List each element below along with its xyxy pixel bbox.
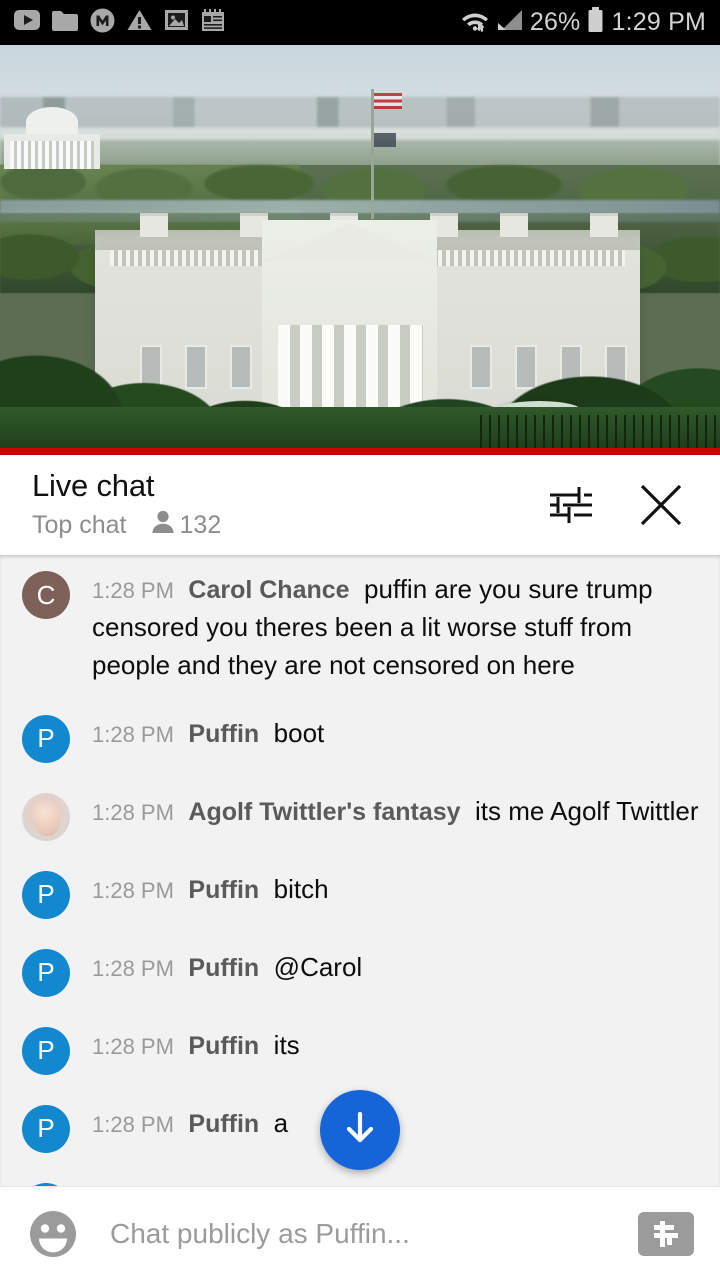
message-body: 1:28 PM Carol Chance puffin are you sure…	[70, 569, 702, 685]
chat-mode-selector[interactable]: Top chat	[32, 511, 127, 540]
live-chat-subtitle-row: Top chat 132	[32, 509, 548, 541]
message-body: 1:28 PM Puffin @Carol	[70, 947, 702, 987]
chat-input-field[interactable]: Chat publicly as Puffin...	[80, 1218, 638, 1250]
table-row[interactable]: 1:28 PM Agolf Twittler's fantasy its me …	[0, 777, 720, 855]
jefferson-memorial	[4, 107, 100, 169]
youtube-icon	[14, 10, 40, 35]
avatar[interactable]: P	[22, 714, 70, 763]
table-row[interactable]: P 1:28 PM Puffin boot	[0, 699, 720, 777]
scroll-to-bottom-button[interactable]	[320, 1090, 400, 1170]
emoji-smiley-icon[interactable]	[26, 1207, 80, 1261]
chat-input-bar[interactable]: Chat publicly as Puffin...	[0, 1186, 720, 1280]
video-city-skyline	[0, 97, 720, 127]
message-author[interactable]: Agolf Twittler's fantasy	[188, 798, 460, 826]
avatar-letter: P	[37, 879, 55, 910]
avatar-letter: C	[36, 579, 56, 610]
message-text: bitch	[273, 873, 329, 904]
battery-icon	[587, 7, 604, 38]
message-body: 1:28 PM Puffin boot	[70, 713, 702, 753]
avatar-letter: P	[37, 723, 55, 754]
message-time: 1:28 PM	[92, 955, 174, 981]
live-chat-actions	[548, 482, 688, 528]
sliders-settings-icon[interactable]	[548, 484, 594, 526]
status-bar-right: 26% 1:29 PM	[460, 7, 706, 38]
message-author[interactable]: Puffin	[188, 954, 259, 982]
message-time: 1:28 PM	[92, 799, 174, 825]
message-author[interactable]: Puffin	[188, 1032, 259, 1060]
message-time: 1:28 PM	[92, 877, 174, 903]
avatar[interactable]: P	[22, 1104, 70, 1153]
warning-triangle-icon	[127, 9, 152, 36]
video-player[interactable]	[0, 45, 720, 455]
white-house-pediment	[262, 223, 437, 261]
viewer-count: 132	[179, 510, 222, 539]
message-time: 1:28 PM	[92, 1033, 174, 1059]
video-fence	[480, 415, 720, 449]
message-author[interactable]: Puffin	[188, 1110, 259, 1138]
image-icon	[164, 9, 189, 36]
message-text: a	[273, 1107, 289, 1138]
folder-icon	[52, 10, 78, 36]
table-row[interactable]: P 1:28 PM Puffin @Carol	[0, 933, 720, 1011]
avatar[interactable]: P	[22, 948, 70, 997]
message-author[interactable]: Puffin	[188, 876, 259, 904]
avatar-letter: P	[37, 1035, 55, 1066]
notes-icon	[201, 8, 225, 37]
dollar-sign-icon[interactable]	[638, 1211, 694, 1256]
avatar[interactable]: C	[22, 571, 70, 619]
message-author[interactable]: Puffin	[188, 720, 259, 748]
message-author[interactable]: Carol Chance	[188, 576, 349, 604]
avatar[interactable]	[22, 792, 70, 841]
avatar[interactable]: P	[22, 870, 70, 919]
battery-percent: 26%	[529, 8, 581, 36]
message-text: its me Agolf Twittler	[475, 795, 699, 826]
live-chat-title: Live chat	[32, 467, 155, 503]
table-row[interactable]: P 1:28 PM Puffin bitch	[0, 855, 720, 933]
viewer-count-group: 132	[151, 509, 222, 541]
cell-signal-icon	[497, 8, 523, 37]
status-bar: 26% 1:29 PM	[0, 0, 720, 45]
message-time: 1:28 PM	[92, 721, 174, 747]
person-icon	[151, 509, 175, 541]
message-body: 1:28 PM Agolf Twittler's fantasy its me …	[70, 791, 702, 831]
status-bar-clock: 1:29 PM	[611, 8, 706, 36]
live-chat-titles: Live chat Top chat 132	[32, 467, 548, 541]
status-bar-left-icons	[14, 8, 225, 38]
secondary-flag	[374, 133, 396, 147]
message-body: 1:28 PM Puffin bitch	[70, 869, 702, 909]
arrow-down-icon	[339, 1107, 381, 1154]
table-row[interactable]: P 1:28 PM Puffin its	[0, 1011, 720, 1089]
message-time: 1:28 PM	[92, 1111, 174, 1137]
live-chat-header: Live chat Top chat 132	[0, 455, 720, 555]
table-row[interactable]: C 1:28 PM Carol Chance puffin are you su…	[0, 555, 720, 699]
us-flag	[374, 93, 402, 109]
message-text: puffin are you sure trump censored you t…	[92, 574, 653, 680]
avatar-letter: P	[37, 957, 55, 988]
avatar-letter: P	[37, 1113, 55, 1144]
video-progress-bar[interactable]	[0, 448, 720, 455]
avatar[interactable]: P	[22, 1182, 70, 1186]
message-text: @Carol	[273, 951, 363, 982]
message-time: 1:28 PM	[92, 578, 174, 603]
message-text: boot	[273, 717, 325, 748]
avatar[interactable]: P	[22, 1026, 70, 1075]
wifi-icon	[460, 8, 490, 37]
close-icon[interactable]	[638, 482, 684, 528]
message-body: 1:28 PM Puffin terrorist	[70, 1181, 702, 1187]
message-body: 1:28 PM Puffin its	[70, 1025, 702, 1065]
music-m-icon	[90, 8, 115, 38]
message-text: its	[273, 1029, 300, 1060]
